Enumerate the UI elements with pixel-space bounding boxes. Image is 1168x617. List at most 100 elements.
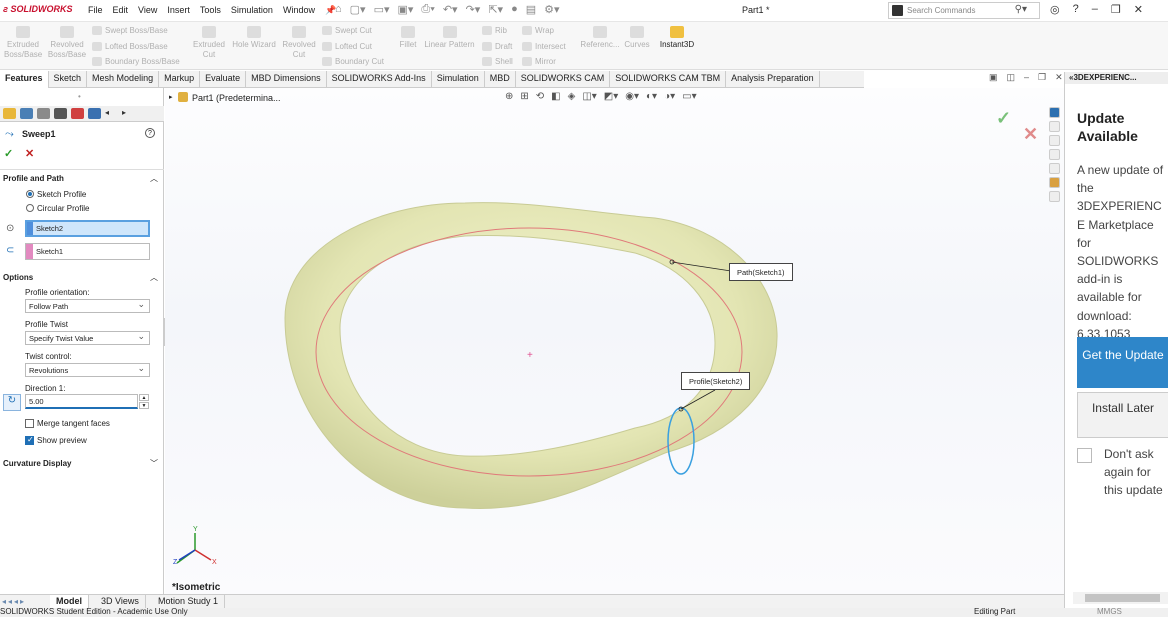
home-icon[interactable]: ⌂ (335, 3, 342, 16)
install-later-button[interactable]: Install Later (1077, 392, 1168, 438)
menu-tools[interactable]: Tools (200, 5, 221, 16)
path-callout[interactable]: Path(Sketch1) (729, 263, 793, 281)
swept-boss-base-button[interactable]: Swept Boss/Base (92, 26, 168, 36)
linear-pattern-button[interactable]: Linear Pattern (422, 26, 477, 50)
tab-solidworks-add-ins[interactable]: SOLIDWORKS Add-Ins (327, 71, 432, 88)
tab-sketch[interactable]: Sketch (49, 71, 88, 88)
search-commands-input[interactable]: Search Commands ⚲▾ (888, 2, 1040, 19)
lofted-boss-base-button[interactable]: Lofted Boss/Base (92, 42, 168, 52)
shell-button[interactable]: Shell (482, 57, 513, 67)
profile-selection-box[interactable]: Sketch2 (25, 220, 150, 237)
profile-callout[interactable]: Profile(Sketch2) (681, 372, 751, 390)
appearances-icon[interactable] (1048, 177, 1060, 188)
tab-scroll-arrows[interactable]: ◂◂◂▸ (2, 597, 26, 606)
cancel-x-button[interactable]: ✕ (25, 147, 34, 160)
spin-up-icon[interactable]: ▲ (139, 394, 149, 401)
profile-orientation-select[interactable]: Follow Path (25, 299, 150, 313)
wrap-button[interactable]: Wrap (522, 26, 554, 36)
solidworks-logo[interactable]: ƨ SOLIDWORKS (3, 4, 73, 14)
intersect-button[interactable]: Intersect (522, 42, 566, 52)
panel-grip-icon[interactable]: • (78, 92, 81, 101)
tab-simulation[interactable]: Simulation (432, 71, 485, 88)
expand-chevron-icon[interactable]: ﹀ (150, 458, 158, 469)
scrollbar-thumb[interactable] (1085, 594, 1160, 602)
fillet-button[interactable]: Fillet (396, 26, 420, 50)
menu-insert[interactable]: Insert (167, 5, 190, 16)
tab-evaluate[interactable]: Evaluate (200, 71, 247, 88)
boundary-boss-base-button[interactable]: Boundary Boss/Base (92, 57, 180, 67)
menu-window[interactable]: Window (283, 5, 315, 16)
reverse-direction-icon[interactable]: ↻ (3, 394, 21, 411)
property-manager-icon[interactable] (20, 108, 33, 119)
tab-solidworks-cam-tbm[interactable]: SOLIDWORKS CAM TBM (610, 71, 727, 88)
swept-cut-button[interactable]: Swept Cut (322, 26, 372, 36)
menu-simulation[interactable]: Simulation (231, 5, 273, 16)
viewport-minimize-icon[interactable]: – (1024, 72, 1029, 83)
display-manager-icon[interactable] (71, 108, 84, 119)
dimxpert-icon[interactable] (54, 108, 67, 119)
cam-manager-icon[interactable] (88, 108, 101, 119)
open-file-icon[interactable]: ▭▾ (374, 3, 390, 16)
rebuild-icon[interactable]: ● (511, 3, 518, 16)
path-selection-box[interactable]: Sketch1 (25, 243, 150, 260)
draft-button[interactable]: Draft (482, 42, 512, 52)
tab-solidworks-cam[interactable]: SOLIDWORKS CAM (516, 71, 611, 88)
viewport-close-icon[interactable]: ✕ (1055, 72, 1063, 83)
sketch-profile-radio[interactable] (26, 190, 34, 198)
redo-icon[interactable]: ↷▾ (466, 3, 481, 16)
viewport-tile-icon[interactable]: ▣ (989, 72, 998, 83)
options-gear-icon[interactable]: ⚙▾ (544, 3, 559, 16)
revolved-cut-button[interactable]: Revolved Cut (280, 26, 318, 60)
section-curvature-display[interactable]: Curvature Display (3, 459, 71, 468)
tab-mesh-modeling[interactable]: Mesh Modeling (87, 71, 160, 88)
extruded-cut-button[interactable]: Extruded Cut (190, 26, 228, 60)
tab-markup[interactable]: Markup (159, 71, 201, 88)
get-update-button[interactable]: Get the Update (1077, 337, 1168, 388)
circular-profile-radio[interactable] (26, 204, 34, 212)
restore-icon[interactable]: ❐ (1111, 3, 1121, 16)
task-pane-scrollbar[interactable] (1073, 592, 1168, 604)
search-scope-icon[interactable] (892, 5, 903, 16)
dont-ask-checkbox[interactable] (1077, 448, 1092, 463)
undo-icon[interactable]: ↶▾ (443, 3, 458, 16)
tab-model[interactable]: Model (50, 595, 89, 609)
show-preview-checkbox[interactable] (25, 435, 34, 445)
model-view[interactable]: + Y X Z (165, 88, 1064, 594)
feature-manager-icon[interactable] (3, 108, 16, 119)
user-icon[interactable]: ◎ (1050, 3, 1060, 16)
curves-button[interactable]: Curves (622, 26, 652, 50)
revolved-boss-base-button[interactable]: Revolved Boss/Base (47, 26, 87, 60)
help-icon[interactable]: ? (1073, 3, 1079, 16)
menu-edit[interactable]: Edit (113, 5, 129, 16)
status-units[interactable]: MMGS (1097, 608, 1122, 616)
save-icon[interactable]: ▣▾ (398, 3, 414, 16)
tab-3d-views[interactable]: 3D Views (95, 595, 146, 609)
file-explorer-icon[interactable] (1048, 149, 1060, 160)
minimize-icon[interactable]: – (1092, 3, 1098, 16)
select-icon[interactable]: ⇱▾ (488, 3, 503, 16)
custom-properties-icon[interactable] (1048, 191, 1060, 202)
graphics-area[interactable]: ▸ Part1 (Predetermina... ⊕ ⊞ ⟲ ◧ ◈ ◫▾ ◩▾… (165, 72, 1064, 594)
profile-twist-select[interactable]: Specify Twist Value (25, 331, 150, 345)
boundary-cut-button[interactable]: Boundary Cut (322, 57, 384, 67)
spin-down-icon[interactable]: ▼ (139, 402, 149, 409)
scroll-left-icon[interactable]: ◂ (105, 108, 118, 119)
design-library-icon[interactable] (1048, 135, 1060, 146)
search-icon[interactable]: ⚲▾ (1015, 4, 1027, 15)
help-button[interactable]: ? (145, 128, 155, 138)
viewport-restore-icon[interactable]: ❐ (1038, 72, 1046, 83)
menu-view[interactable]: View (138, 5, 157, 16)
tab-features[interactable]: Features (0, 71, 49, 88)
section-profile-and-path[interactable]: Profile and Path (3, 174, 64, 183)
instant3d-button[interactable]: Instant3D (656, 26, 698, 50)
configuration-manager-icon[interactable] (37, 108, 50, 119)
file-properties-icon[interactable]: ▤ (526, 3, 536, 16)
reference-geometry-button[interactable]: Referenc... (578, 26, 622, 50)
merge-tangent-faces-checkbox[interactable] (25, 419, 34, 428)
hole-wizard-button[interactable]: Hole Wizard (230, 26, 278, 50)
tab-mbd[interactable]: MBD (485, 71, 516, 88)
section-options[interactable]: Options (3, 273, 33, 282)
collapse-chevron-icon[interactable]: ︿ (150, 272, 158, 283)
tab-analysis-preparation[interactable]: Analysis Preparation (726, 71, 820, 88)
viewport-split-icon[interactable]: ◫ (1007, 72, 1016, 83)
